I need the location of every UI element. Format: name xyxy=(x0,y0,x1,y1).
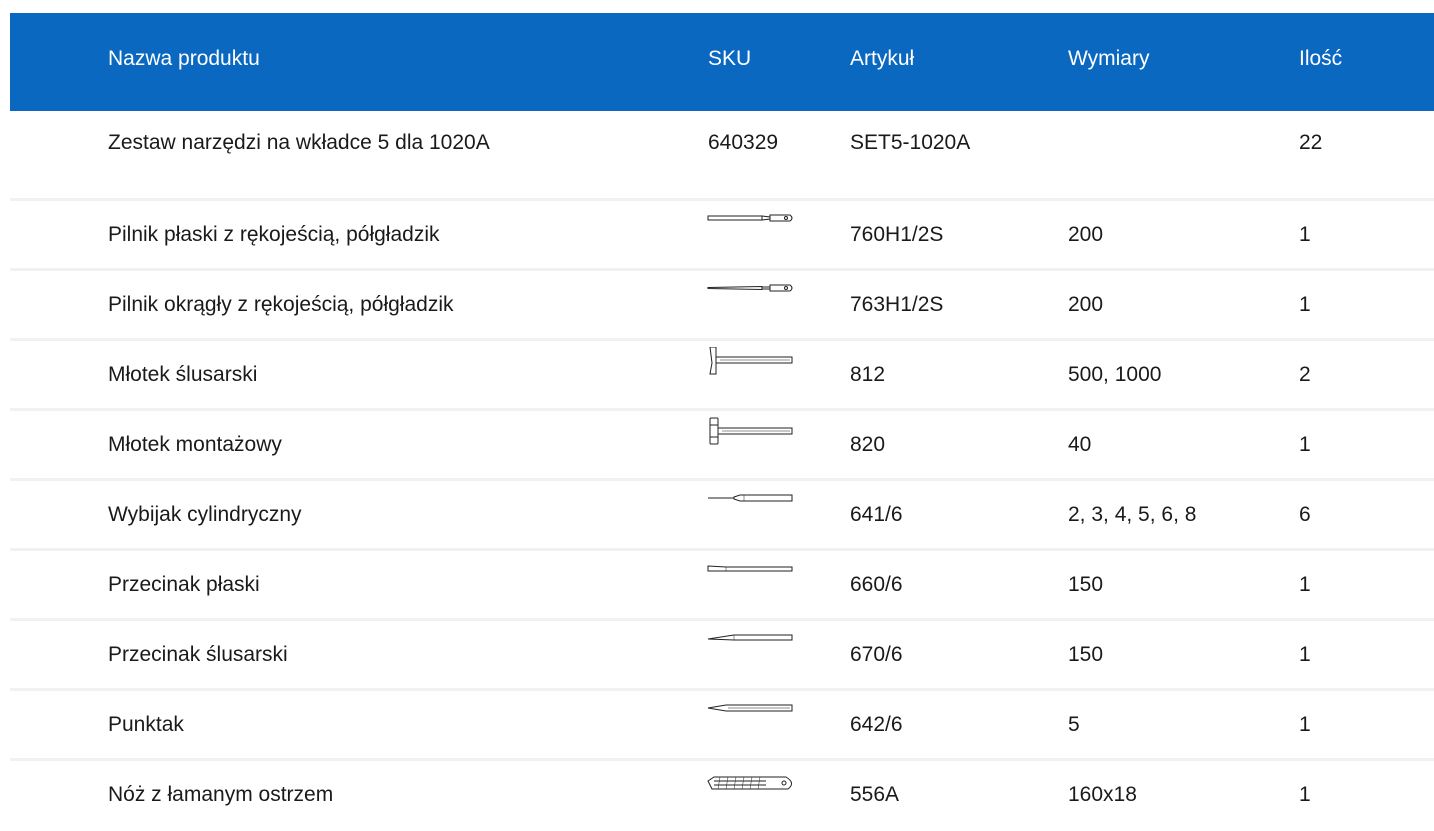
product-dimensions: 500, 1000 xyxy=(1068,363,1162,386)
product-dimensions: 160x18 xyxy=(1068,783,1137,806)
product-name: Nóż z łamanym ostrzem xyxy=(108,783,334,806)
product-name: Przecinak płaski xyxy=(108,573,260,596)
round-file-icon xyxy=(706,277,798,305)
product-article: 642/6 xyxy=(850,713,903,736)
product-quantity: 1 xyxy=(1299,293,1311,316)
table-row: Młotek montażowy 820 40 1 xyxy=(10,411,1434,481)
center-punch-icon xyxy=(706,697,798,725)
product-article: 812 xyxy=(850,363,886,386)
snap-off-knife-icon xyxy=(706,771,798,799)
header-quantity: Ilość xyxy=(1299,47,1343,70)
product-dimensions: 150 xyxy=(1068,573,1104,596)
product-name: Młotek montażowy xyxy=(108,433,282,456)
header-dimensions: Wymiary xyxy=(1068,47,1150,70)
product-dimensions: 40 xyxy=(1068,433,1092,456)
table-header: Nazwa produktu SKU Artykuł Wymiary Ilość xyxy=(10,13,1434,111)
flat-file-icon xyxy=(706,207,798,235)
product-dimensions: 5 xyxy=(1068,713,1080,736)
product-name: Punktak xyxy=(108,713,184,736)
product-dimensions: 150 xyxy=(1068,643,1104,666)
product-quantity: 1 xyxy=(1299,573,1311,596)
cross-cut-chisel-icon xyxy=(706,627,798,655)
product-name: Pilnik płaski z rękojeścią, półgładzik xyxy=(108,223,440,246)
table-row: Przecinak ślusarski 670/6 150 1 xyxy=(10,621,1434,691)
product-dimensions: 200 xyxy=(1068,223,1104,246)
header-article: Artykuł xyxy=(850,47,915,70)
set-quantity: 22 xyxy=(1299,131,1323,154)
product-article: 763H1/2S xyxy=(850,293,944,316)
product-article: 670/6 xyxy=(850,643,903,666)
table-row: Nóż z łamanym ostrzem 556A 160x18 1 xyxy=(10,761,1434,831)
set-sku: 640329 xyxy=(708,131,779,154)
product-quantity: 1 xyxy=(1299,643,1311,666)
product-name: Młotek ślusarski xyxy=(108,363,258,386)
product-quantity: 1 xyxy=(1299,223,1311,246)
product-quantity: 1 xyxy=(1299,713,1311,736)
table-row: Pilnik płaski z rękojeścią, półgładzik 7… xyxy=(10,201,1434,271)
assembly-hammer-icon xyxy=(706,417,798,445)
set-name: Zestaw narzędzi na wkładce 5 dla 1020A xyxy=(108,131,490,154)
header-sku: SKU xyxy=(708,47,752,70)
product-article: 641/6 xyxy=(850,503,903,526)
product-name: Pilnik okrągły z rękojeścią, półgładzik xyxy=(108,293,454,316)
product-article: 660/6 xyxy=(850,573,903,596)
product-quantity: 2 xyxy=(1299,363,1311,386)
table-row: Młotek ślusarski 812 500, 1000 2 xyxy=(10,341,1434,411)
product-name: Przecinak ślusarski xyxy=(108,643,288,666)
table-row-set: Zestaw narzędzi na wkładce 5 dla 1020A 6… xyxy=(10,111,1434,201)
flat-chisel-icon xyxy=(706,557,798,585)
table-row: Wybijak cylindryczny 641/6 2, 3, 4, 5, 6… xyxy=(10,481,1434,551)
product-quantity: 1 xyxy=(1299,783,1311,806)
table-row: Punktak 642/6 5 1 xyxy=(10,691,1434,761)
product-dimensions: 200 xyxy=(1068,293,1104,316)
product-quantity: 6 xyxy=(1299,503,1311,526)
product-article: 820 xyxy=(850,433,886,456)
set-article: SET5-1020A xyxy=(850,131,971,154)
table-row: Przecinak płaski 660/6 150 1 xyxy=(10,551,1434,621)
product-article: 556A xyxy=(850,783,900,806)
header-name: Nazwa produktu xyxy=(108,47,260,70)
table-row: Pilnik okrągły z rękojeścią, półgładzik … xyxy=(10,271,1434,341)
product-article: 760H1/2S xyxy=(850,223,944,246)
product-quantity: 1 xyxy=(1299,433,1311,456)
pin-punch-icon xyxy=(706,487,798,515)
product-table: Nazwa produktu SKU Artykuł Wymiary Ilość… xyxy=(10,13,1434,831)
locksmith-hammer-icon xyxy=(706,347,798,375)
product-dimensions: 2, 3, 4, 5, 6, 8 xyxy=(1068,503,1197,526)
product-name: Wybijak cylindryczny xyxy=(108,503,302,526)
